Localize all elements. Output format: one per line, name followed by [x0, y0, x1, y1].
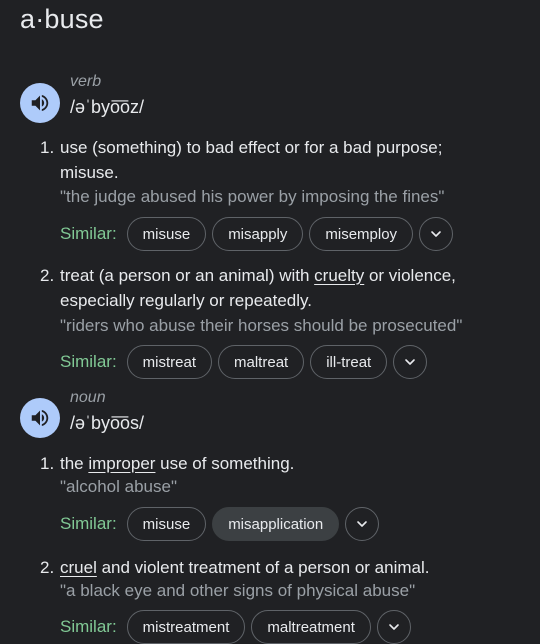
pronunciation-verb: /əˈbyo͞oz/ [70, 97, 145, 117]
similar-row-verb-2: Similar: mistreat maltreat ill-treat [60, 345, 428, 379]
definition-text: use (something) to bad effect or for a b… [60, 138, 443, 157]
part-of-speech-noun: noun [70, 389, 106, 406]
expand-similar-button[interactable] [419, 217, 454, 251]
similar-chip-misuse[interactable]: misuse [126, 217, 207, 251]
expand-similar-button[interactable] [376, 610, 411, 644]
similar-chip-misapplication[interactable]: misapplication [212, 507, 340, 541]
headword: a·buse [20, 4, 104, 34]
definition-link-improper[interactable]: improper [88, 454, 155, 473]
definition-verb-1: 1. use (something) to bad effect or for a… [40, 135, 442, 160]
similar-row-noun-1: Similar: misuse misapplication [60, 507, 380, 541]
definition-verb-1-cont: misuse. [60, 163, 119, 182]
part-of-speech-verb: verb [70, 73, 102, 90]
similar-label: Similar: [60, 224, 117, 243]
sense-number: 2. [40, 266, 55, 285]
similar-row-verb-1: Similar: misuse misapply misemploy [60, 217, 454, 251]
similar-chip-ill-treat[interactable]: ill-treat [310, 345, 388, 379]
chevron-down-icon [357, 521, 368, 527]
example-noun-2: "a black eye and other signs of physical… [60, 581, 416, 600]
example-verb-2: "riders who abuse their horses should be… [60, 316, 463, 335]
definition-noun-2: 2. cruel and violent treatment of a perso… [40, 555, 430, 580]
definition-text: the [60, 454, 89, 473]
similar-chip-misapply[interactable]: misapply [212, 217, 304, 251]
similar-chip-maltreatment[interactable]: maltreatment [251, 610, 371, 644]
similar-chip-misuse[interactable]: misuse [126, 507, 207, 541]
definition-text: and violent treatment of a person or ani… [96, 558, 430, 577]
expand-similar-button[interactable] [345, 507, 380, 541]
chevron-down-icon [405, 359, 416, 365]
similar-chip-mistreat[interactable]: mistreat [126, 345, 213, 379]
volume-icon [31, 409, 49, 427]
similar-label: Similar: [60, 617, 117, 636]
definition-text: use of something. [155, 454, 295, 473]
similar-chip-misemploy[interactable]: misemploy [309, 217, 414, 251]
volume-icon [31, 94, 49, 112]
definition-text: or violence, [364, 266, 456, 285]
definition-verb-2-cont: especially regularly or repeatedly. [60, 291, 312, 310]
similar-label: Similar: [60, 352, 117, 371]
definition-noun-1: 1. the improper use of something. [40, 451, 294, 476]
example-verb-1: "the judge abused his power by imposing … [60, 187, 445, 206]
pronunciation-speaker-button[interactable] [20, 83, 60, 123]
pronunciation-speaker-button[interactable] [20, 398, 60, 438]
similar-row-noun-2: Similar: mistreatment maltreatment [60, 610, 411, 644]
sense-number: 2. [40, 558, 55, 577]
definition-verb-2: 2. treat (a person or an animal) with cru… [40, 263, 456, 288]
chevron-down-icon [389, 624, 399, 630]
definition-link-cruel[interactable]: cruel [60, 558, 97, 577]
similar-label: Similar: [60, 514, 117, 533]
definition-text: treat (a person or an animal) with [60, 266, 315, 285]
example-noun-1: "alcohol abuse" [60, 477, 177, 496]
similar-chip-maltreat[interactable]: maltreat [218, 345, 305, 379]
pronunciation-noun: /əˈbyo͞os/ [70, 413, 145, 433]
similar-chip-mistreatment[interactable]: mistreatment [126, 610, 246, 644]
sense-number: 1. [40, 454, 55, 473]
definition-link-cruelty[interactable]: cruelty [314, 266, 364, 285]
expand-similar-button[interactable] [393, 345, 428, 379]
sense-number: 1. [40, 138, 55, 157]
chevron-down-icon [431, 231, 441, 237]
